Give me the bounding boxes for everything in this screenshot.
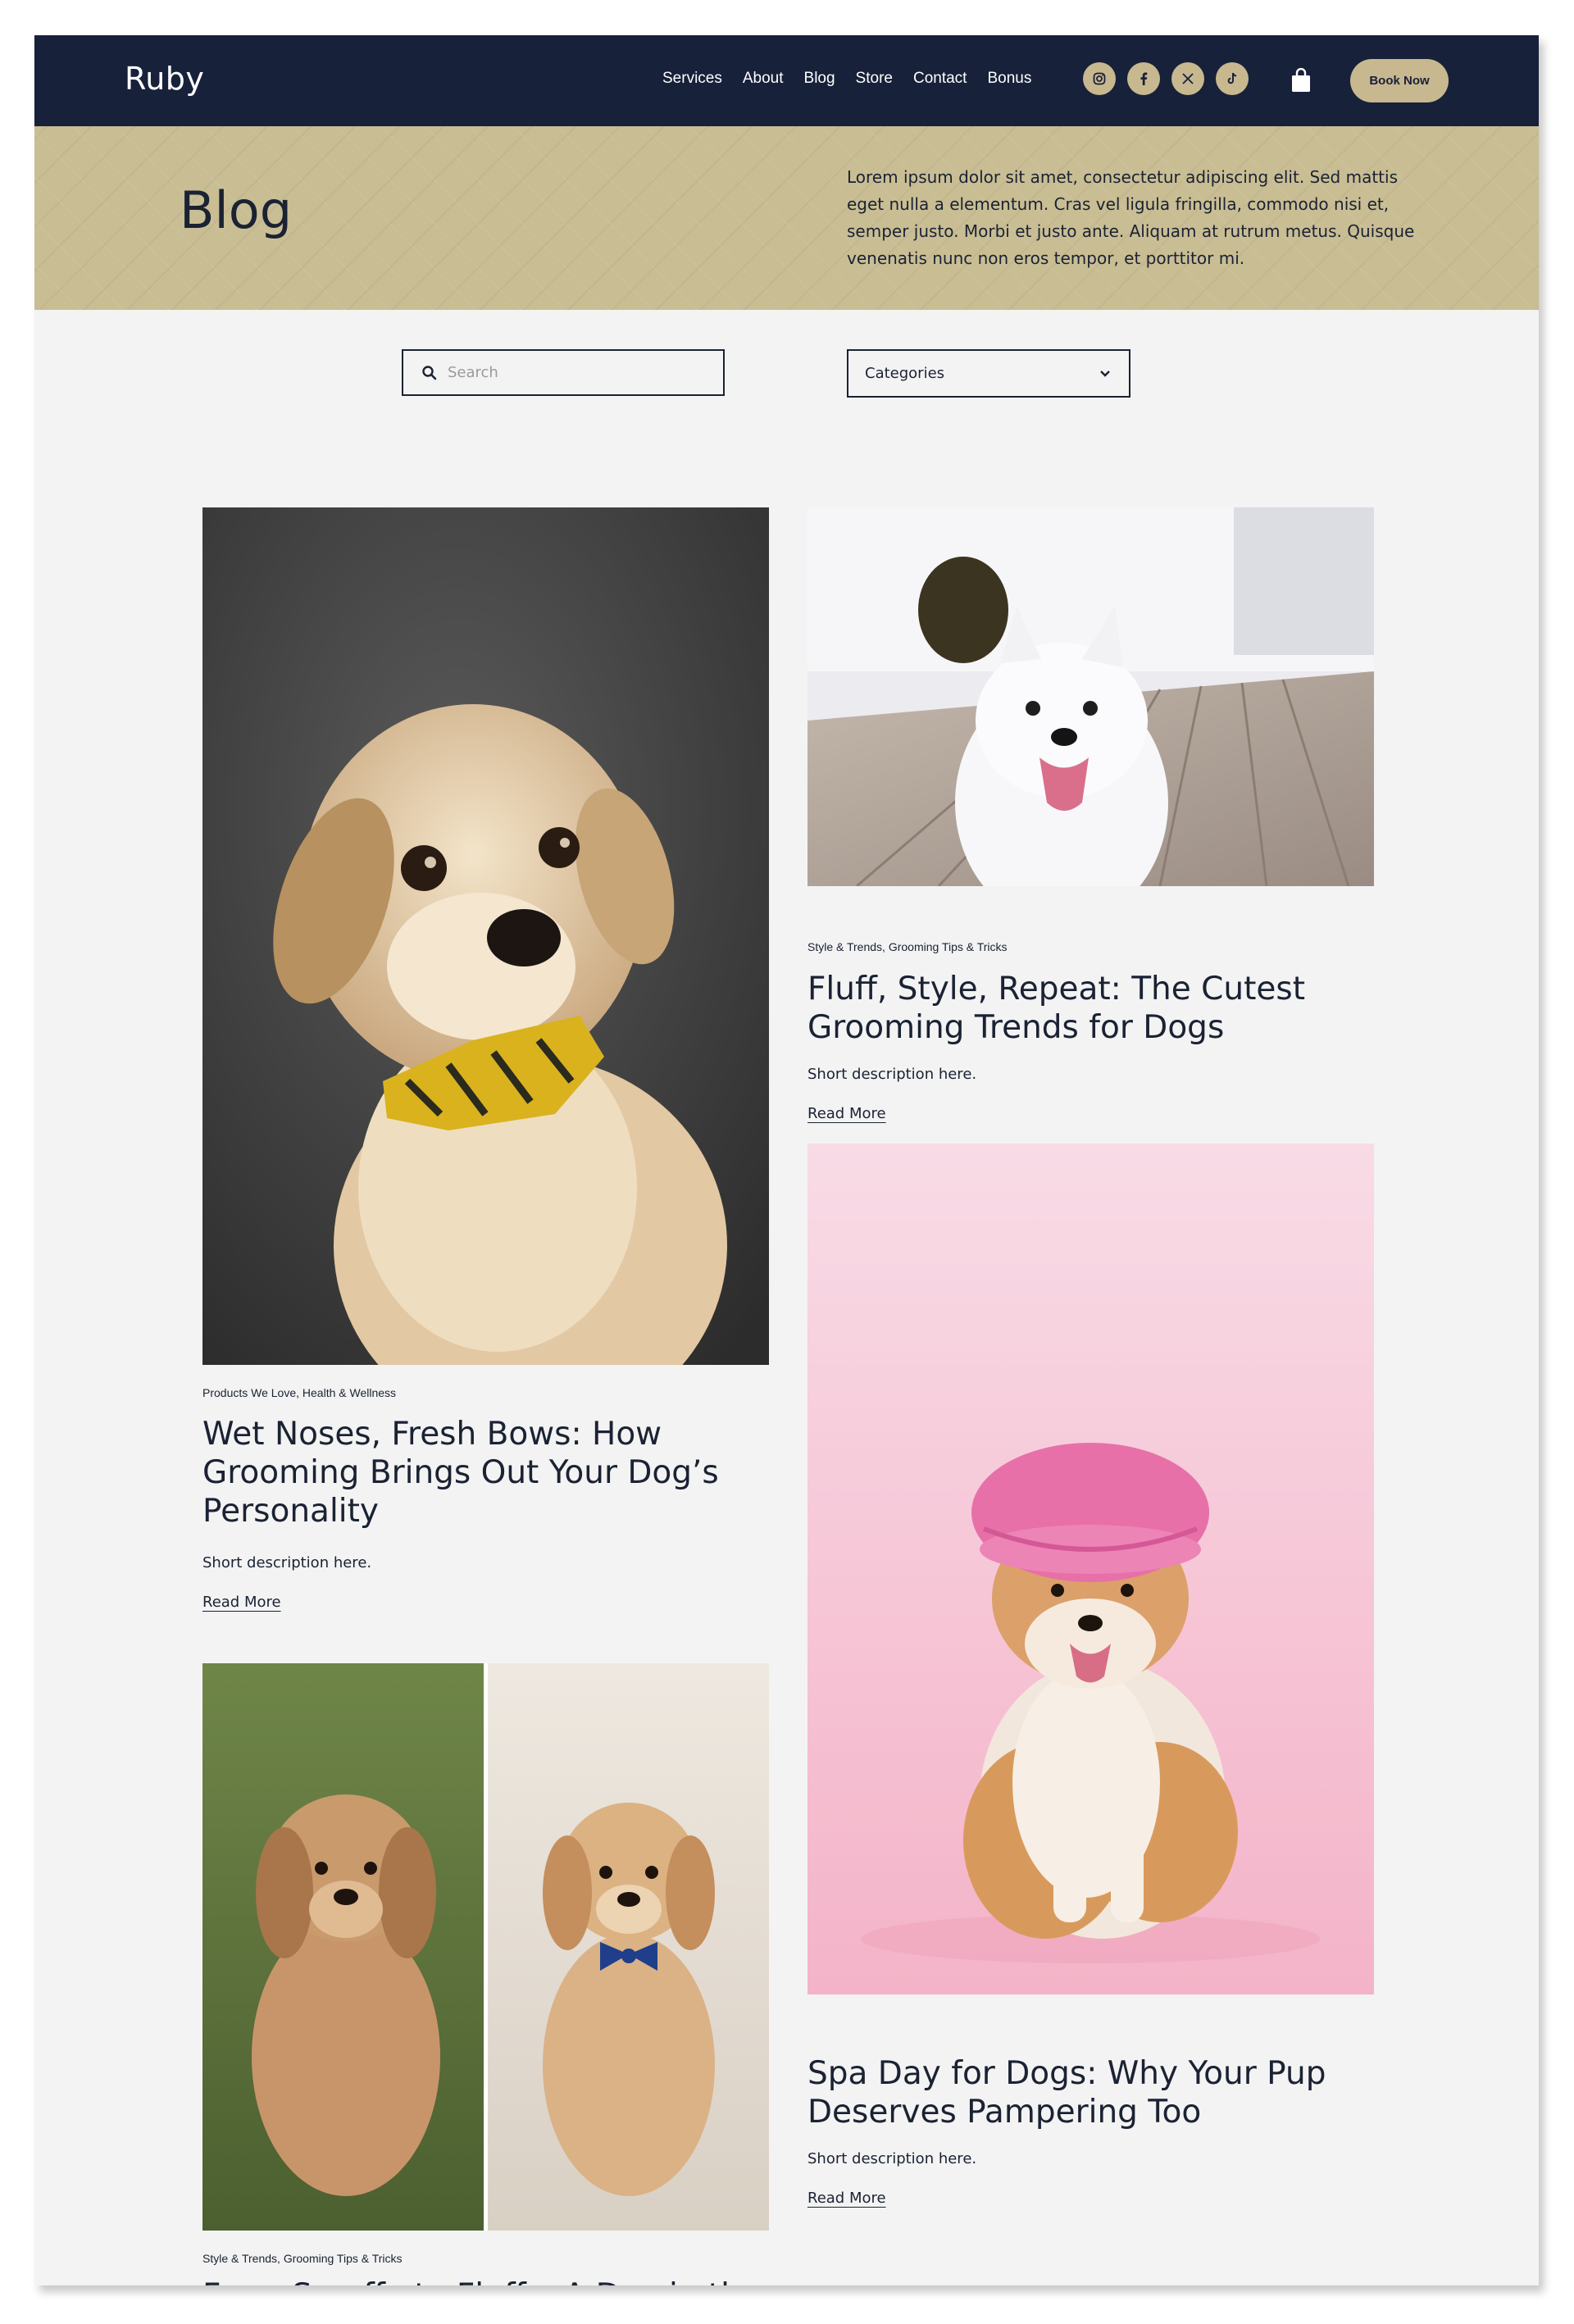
post-image[interactable] [807, 507, 1374, 886]
facebook-icon[interactable] [1127, 62, 1160, 95]
post-title[interactable]: Wet Noses, Fresh Bows: How Grooming Brin… [202, 1415, 727, 1530]
chevron-down-icon [1100, 370, 1110, 377]
search-icon [422, 365, 437, 380]
instagram-icon[interactable] [1083, 62, 1116, 95]
blog-hero: Blog Lorem ipsum dolor sit amet, consect… [34, 126, 1539, 310]
page-title: Blog [180, 180, 293, 240]
search-input[interactable] [448, 364, 710, 381]
nav-blog[interactable]: Blog [804, 70, 835, 88]
post-description: Short description here. [807, 2150, 977, 2167]
x-icon[interactable] [1171, 62, 1204, 95]
nav-contact[interactable]: Contact [913, 70, 967, 88]
post-description: Short description here. [202, 1554, 372, 1571]
site-logo[interactable]: Ruby [125, 61, 204, 97]
search-box [402, 349, 725, 396]
post-categories: Style & Trends, Grooming Tips & Tricks [202, 2252, 403, 2265]
post-title[interactable]: Fluff, Style, Repeat: The Cutest Groomin… [807, 970, 1332, 1047]
post-categories: Style & Trends, Grooming Tips & Tricks [807, 940, 1008, 953]
hero-description: Lorem ipsum dolor sit amet, consectetur … [847, 167, 1415, 268]
social-links [1083, 62, 1249, 95]
book-now-button[interactable]: Book Now [1350, 59, 1449, 102]
post-categories: Products We Love, Health & Wellness [202, 1386, 397, 1399]
post-title[interactable]: From Scruffy to Fluffy: A Day in the [202, 2276, 761, 2285]
main-nav: Services About Blog Store Contact Bonus [662, 70, 1031, 88]
read-more-link[interactable]: Read More [807, 2190, 886, 2207]
nav-bonus[interactable]: Bonus [987, 70, 1031, 88]
page-frame: Ruby Services About Blog Store Contact B… [34, 35, 1539, 2285]
site-header: Ruby Services About Blog Store Contact B… [34, 35, 1539, 126]
shopping-bag-icon[interactable] [1290, 68, 1312, 93]
post-title[interactable]: Spa Day for Dogs: Why Your Pup Deserves … [807, 2054, 1332, 2131]
nav-about[interactable]: About [743, 70, 784, 88]
categories-label: Categories [865, 365, 945, 382]
nav-services[interactable]: Services [662, 70, 722, 88]
post-image[interactable] [807, 1144, 1374, 1994]
categories-dropdown[interactable]: Categories [847, 349, 1130, 398]
post-image[interactable] [202, 1663, 769, 2231]
post-image[interactable] [202, 507, 769, 1365]
tiktok-icon[interactable] [1216, 62, 1249, 95]
read-more-link[interactable]: Read More [202, 1594, 281, 1611]
nav-store[interactable]: Store [856, 70, 893, 88]
post-description: Short description here. [807, 1066, 977, 1083]
read-more-link[interactable]: Read More [807, 1105, 886, 1122]
